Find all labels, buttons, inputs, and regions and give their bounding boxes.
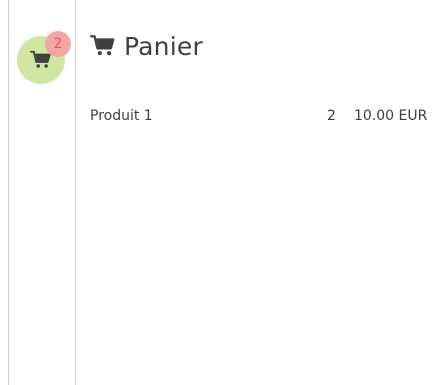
sidebar-divider [75, 0, 76, 385]
panel-header: Panier [90, 29, 203, 63]
page-title: Panier [124, 31, 203, 61]
cart-count-badge: 2 [45, 31, 71, 57]
product-quantity: 2 [327, 108, 336, 124]
app-frame: 2 Panier Produit 1 2 10.00 EUR [0, 0, 448, 385]
left-border [8, 0, 9, 385]
product-price: 10.00 EUR [354, 108, 428, 124]
shopping-cart-icon [90, 35, 115, 56]
cart-item-row[interactable]: Produit 1 2 10.00 EUR [90, 108, 445, 128]
product-name: Produit 1 [90, 108, 153, 124]
